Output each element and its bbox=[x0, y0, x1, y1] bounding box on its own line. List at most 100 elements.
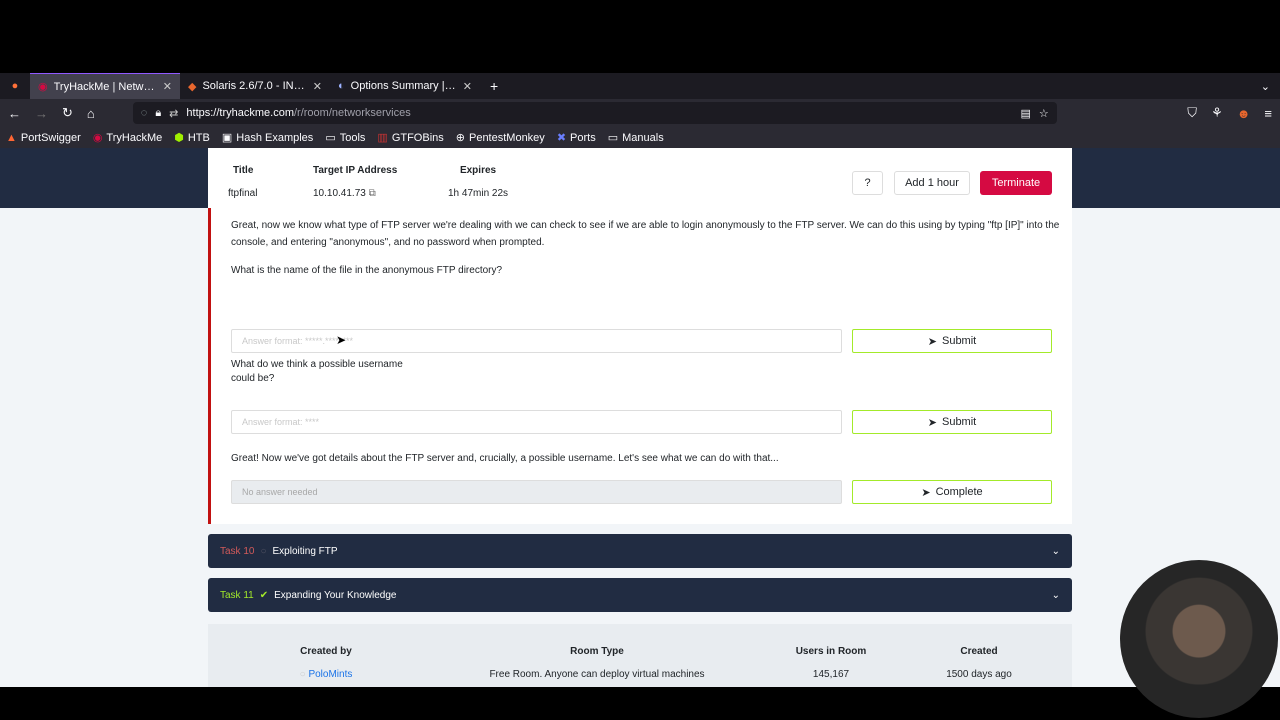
tab-label: Options Summary | Nmap bbox=[350, 80, 457, 92]
task-11-header[interactable]: Task 11 ✔ Expanding Your Knowledge ⌄ bbox=[208, 578, 1072, 612]
bookmark-tryhackme[interactable]: ◉ TryHackMe bbox=[92, 131, 163, 145]
machine-info-card: Title ftpfinal Target IP Address 10.10.4… bbox=[208, 148, 1072, 208]
task-title: Expanding Your Knowledge bbox=[274, 589, 397, 601]
bookmark-tools[interactable]: ▭ Tools bbox=[325, 131, 366, 145]
label: Title bbox=[233, 165, 254, 176]
value: 1h 47min 22s bbox=[448, 188, 509, 199]
creator-row: ○ PoloMints bbox=[276, 669, 376, 680]
folder-icon: ▭ bbox=[325, 132, 336, 144]
bookmark-label: Hash Examples bbox=[236, 131, 314, 144]
answer-input-1[interactable]: Answer format: *****.******** bbox=[231, 329, 842, 353]
bookmark-label: GTFOBins bbox=[391, 131, 444, 144]
tab-list-icon[interactable]: ⌄ bbox=[1261, 80, 1270, 93]
users-in-room: Users in Room 145,167 bbox=[781, 646, 881, 680]
pocket-icon[interactable]: ⛉ bbox=[1187, 105, 1197, 121]
submit-label: Submit bbox=[941, 416, 977, 428]
tab-bar: ● ◉ TryHackMe | Network Se ✕ ◆ Solaris 2… bbox=[0, 73, 1280, 99]
submit-button-2[interactable]: ➤ Submit bbox=[852, 410, 1052, 434]
check-circle-icon: ✔ bbox=[259, 589, 269, 601]
task-number: Task 11 bbox=[220, 589, 254, 601]
mouse-cursor-icon: ➤ bbox=[336, 333, 347, 347]
forward-icon[interactable]: → bbox=[35, 106, 48, 121]
room-type: Room Type Free Room. Anyone can deploy v… bbox=[467, 646, 727, 680]
creator-link[interactable]: PoloMints bbox=[308, 669, 352, 680]
menu-icon[interactable]: ≡ bbox=[1264, 106, 1272, 121]
tab-label: TryHackMe | Network Se bbox=[53, 80, 157, 93]
bookmark-portswigger[interactable]: ▲ PortSwigger bbox=[6, 132, 81, 144]
close-tab-icon[interactable]: ✕ bbox=[463, 80, 472, 93]
tab-label: Solaris 2.6/7.0 - IN.FTPD bbox=[202, 80, 306, 92]
bookmark-pentestmonkey[interactable]: ⊕ PentestMonkey bbox=[455, 131, 545, 145]
label: Users in Room bbox=[795, 646, 867, 657]
htb-icon: ⬢ bbox=[174, 132, 184, 144]
thm-icon: ◉ bbox=[92, 132, 103, 144]
bookmark-star-icon[interactable]: ☆ bbox=[1039, 107, 1049, 120]
room-info-footer: Created by ○ PoloMints Room Type Free Ro… bbox=[208, 624, 1072, 687]
answer-input-3: No answer needed bbox=[231, 480, 842, 504]
lock-icon[interactable]: 🔒︎ bbox=[155, 107, 161, 120]
intro-line: console, and entering "anonymous", and n… bbox=[231, 237, 545, 248]
bookmark-label: HTB bbox=[187, 131, 210, 144]
bookmark-label: PortSwigger bbox=[20, 131, 81, 144]
bookmark-gtfobins[interactable]: ▥ GTFOBins bbox=[377, 131, 444, 145]
extensions-icon[interactable]: ⚘ bbox=[1211, 105, 1223, 121]
tab-nmap[interactable]: ◐ Options Summary | Nmap ✕ bbox=[330, 73, 480, 99]
incomplete-circle-icon: ○ bbox=[260, 545, 267, 557]
url-bar[interactable]: ◌ 🔒︎ ⇄ https://tryhackme.com/r/room/netw… bbox=[132, 102, 1057, 124]
machine-ip: Target IP Address 10.10.41.73 ⧉ bbox=[313, 165, 397, 199]
bookmark-ports[interactable]: ✖ Ports bbox=[557, 131, 596, 145]
chevron-down-icon[interactable]: ⌄ bbox=[1052, 546, 1060, 557]
thm-favicon-icon: ◉ bbox=[38, 81, 48, 93]
profile-icon[interactable]: ☻ bbox=[1237, 106, 1251, 121]
submit-button-1[interactable]: ➤ Submit bbox=[852, 329, 1052, 353]
question-line: What do we think a possible username bbox=[231, 359, 403, 370]
close-tab-icon[interactable]: ✕ bbox=[313, 80, 322, 93]
new-tab-icon[interactable]: + bbox=[490, 78, 498, 94]
label: Created bbox=[960, 646, 998, 657]
reload-icon[interactable]: ↻ bbox=[62, 105, 73, 121]
globe-icon: ⊕ bbox=[455, 132, 465, 144]
complete-button[interactable]: ➤ Complete bbox=[852, 480, 1052, 504]
add-hour-button[interactable]: Add 1 hour bbox=[894, 171, 970, 195]
created-by: Created by ○ PoloMints bbox=[276, 646, 376, 680]
machine-expires: Expires 1h 47min 22s bbox=[448, 165, 508, 199]
value: Free Room. Anyone can deploy virtual mac… bbox=[489, 669, 705, 680]
tab-solaris[interactable]: ◆ Solaris 2.6/7.0 - IN.FTPD ✕ bbox=[180, 73, 330, 99]
exploitdb-favicon-icon: ◆ bbox=[188, 80, 197, 93]
bookmark-manuals[interactable]: ▭ Manuals bbox=[607, 131, 664, 145]
bookmark-hash-examples[interactable]: ▣ Hash Examples bbox=[222, 131, 314, 145]
browser-window: ● ◉ TryHackMe | Network Se ✕ ◆ Solaris 2… bbox=[0, 73, 1280, 687]
folder-icon: ▭ bbox=[607, 132, 619, 144]
bookmark-htb[interactable]: ⬢ HTB bbox=[174, 131, 210, 145]
back-icon[interactable]: ← bbox=[8, 106, 21, 121]
close-tab-icon[interactable]: ✕ bbox=[163, 80, 172, 93]
terminate-button[interactable]: Terminate bbox=[980, 171, 1052, 195]
bookmark-label: Tools bbox=[339, 131, 366, 144]
send-icon: ➤ bbox=[921, 486, 931, 499]
task-9-body: Great, now we know what type of FTP serv… bbox=[208, 208, 1072, 524]
bookmark-label: Ports bbox=[570, 131, 596, 144]
top-letterbox bbox=[0, 0, 1280, 73]
nmap-favicon-icon: ◐ bbox=[338, 80, 345, 92]
value: 145,167 bbox=[812, 669, 850, 680]
bookmark-label: PentestMonkey bbox=[468, 131, 545, 144]
tab-tryhackme[interactable]: ◉ TryHackMe | Network Se ✕ bbox=[30, 73, 180, 99]
intro-line: Great, now we know what type of FTP serv… bbox=[231, 220, 1060, 231]
firefox-icon[interactable]: ● bbox=[0, 80, 30, 92]
created-date: Created 1500 days ago bbox=[929, 646, 1029, 680]
navigation-bar: ← → ↻ ⌂ ◌ 🔒︎ ⇄ https://tryhackme.com/r/r… bbox=[0, 99, 1280, 127]
help-button[interactable]: ? bbox=[852, 171, 883, 195]
webcam-overlay bbox=[1120, 560, 1278, 718]
answer-input-2[interactable]: Answer format: **** bbox=[231, 410, 842, 434]
avatar: ○ bbox=[299, 669, 306, 680]
task-10-header[interactable]: Task 10 ○ Exploiting FTP ⌄ bbox=[208, 534, 1072, 568]
label: Created by bbox=[300, 646, 352, 657]
home-icon[interactable]: ⌂ bbox=[87, 106, 95, 121]
bookmark-label: TryHackMe bbox=[106, 131, 163, 144]
chevron-down-icon[interactable]: ⌄ bbox=[1052, 590, 1060, 601]
shield-icon[interactable]: ◌ bbox=[141, 107, 148, 119]
copy-icon[interactable]: ⧉ bbox=[369, 188, 376, 199]
permissions-icon[interactable]: ⇄ bbox=[169, 107, 178, 120]
gtfobins-icon: ▥ bbox=[377, 132, 388, 144]
reader-view-icon[interactable]: ▤ bbox=[1020, 107, 1030, 120]
